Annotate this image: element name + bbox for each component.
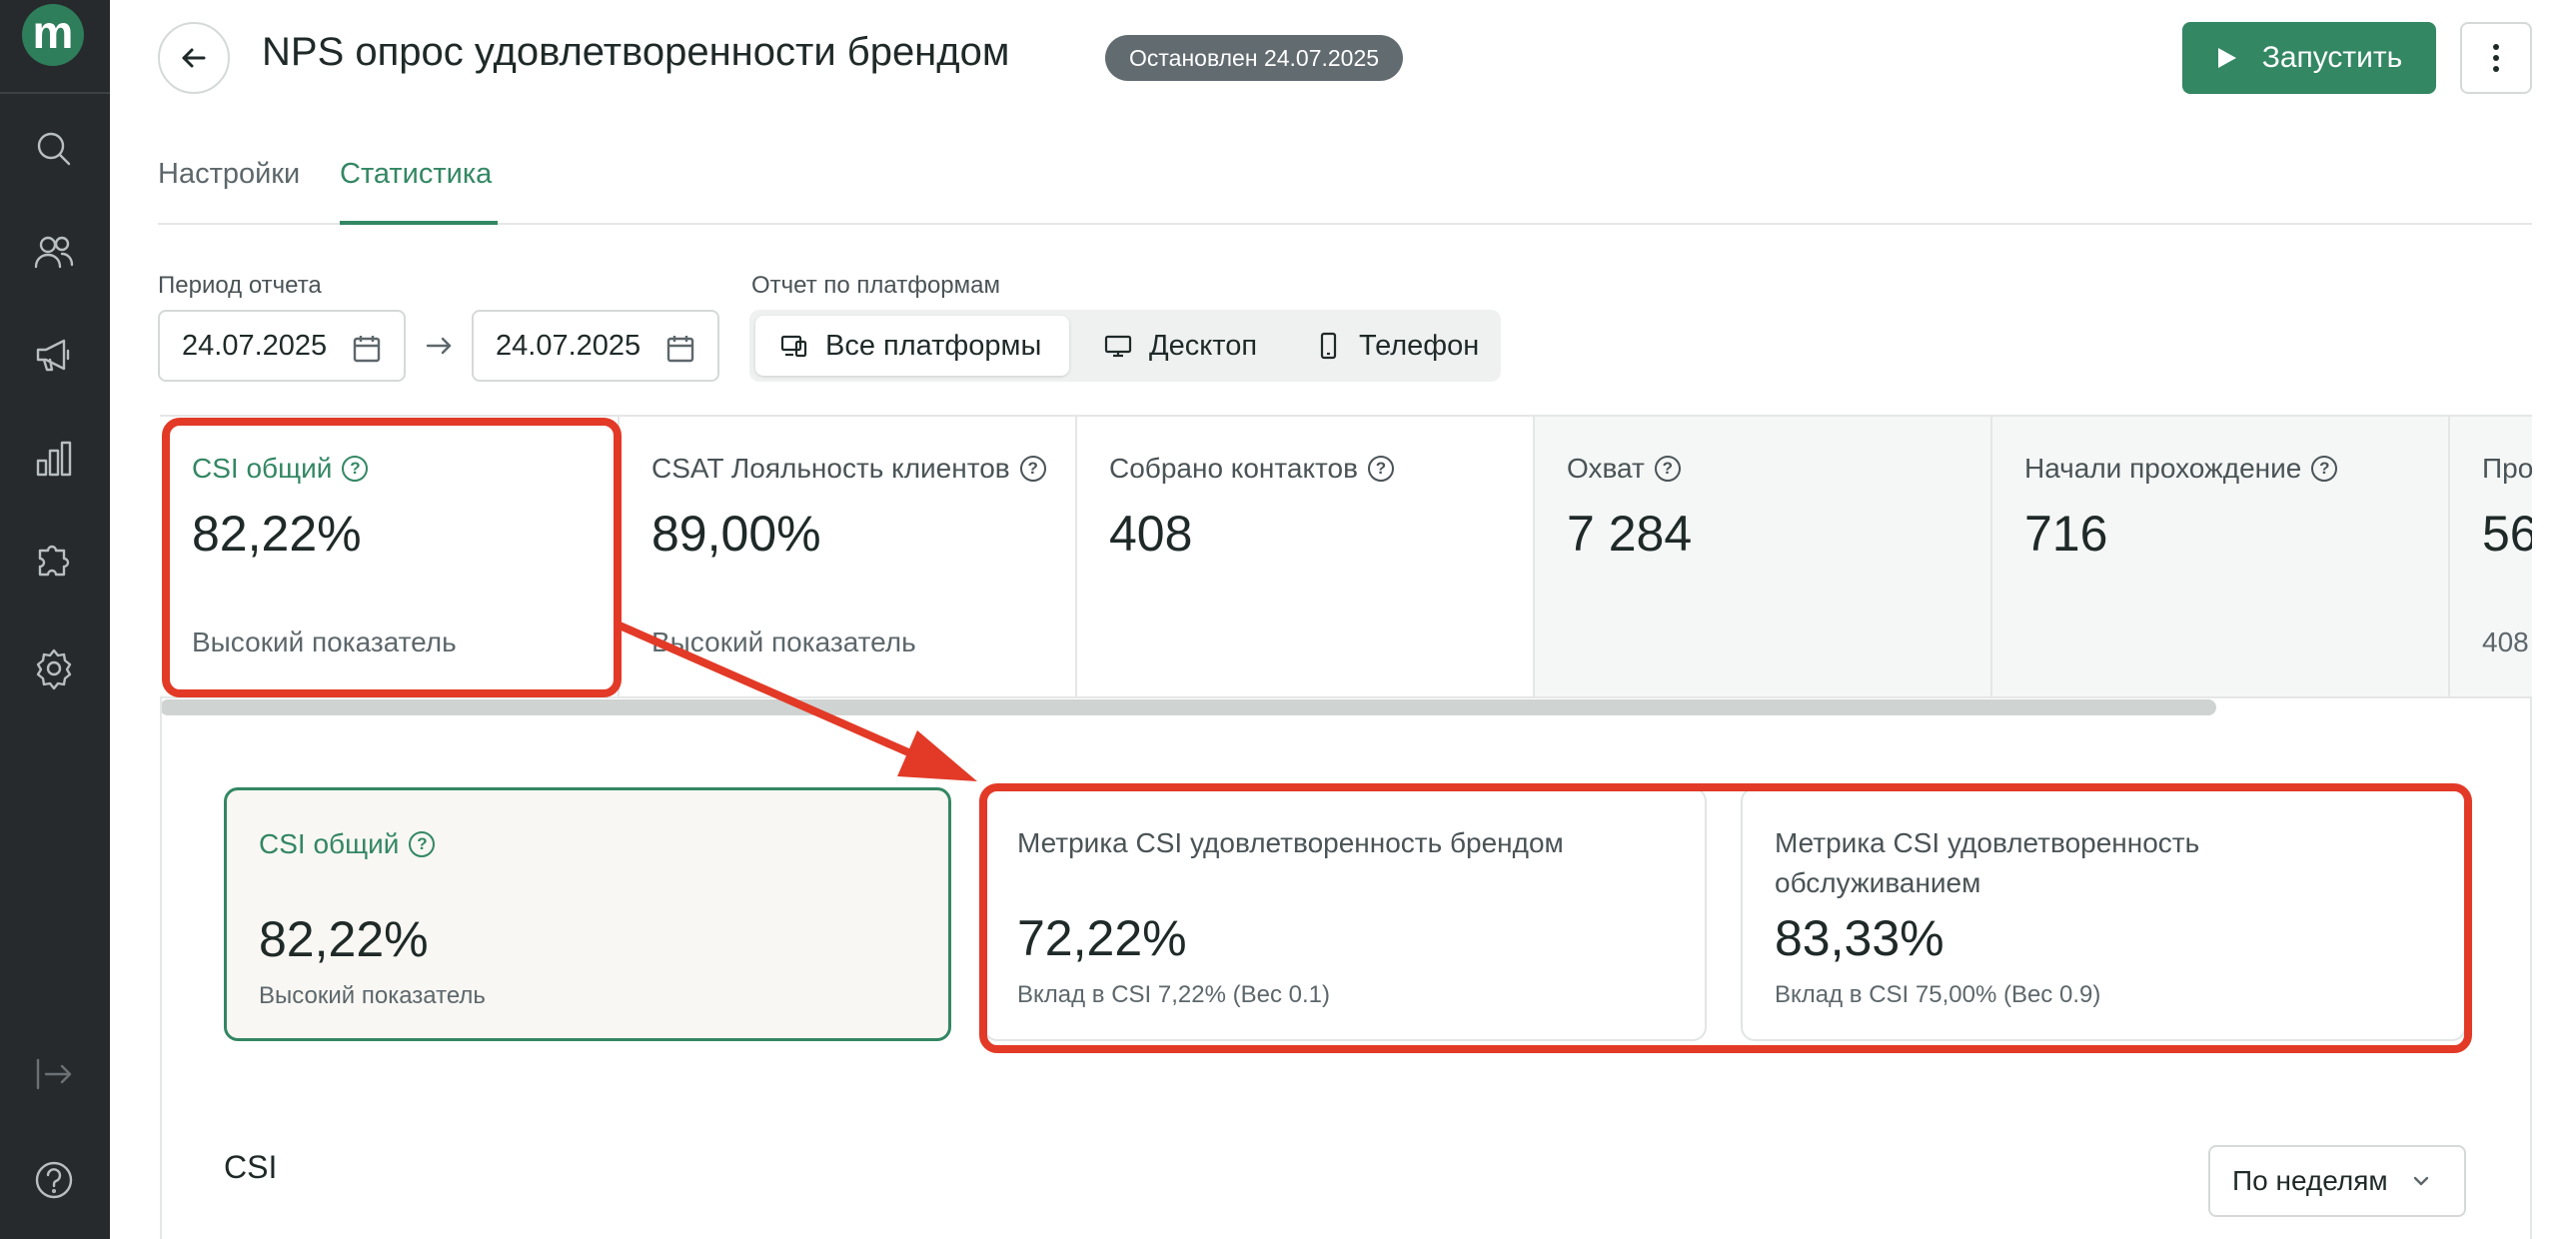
devices-icon (780, 335, 807, 358)
tab-settings[interactable]: Настройки (158, 158, 300, 191)
app-logo[interactable]: m (22, 4, 84, 66)
date-to-input[interactable]: 24.07.2025 (472, 310, 719, 382)
period-label: Период отчета (158, 272, 322, 299)
metric-card-csat[interactable]: CSAT Лояльность клиентов? 89,00% Высокий… (620, 417, 1077, 696)
platform-all[interactable]: Все платформы (755, 316, 1069, 376)
metric-title: CSAT Лояльность клиентов? (651, 453, 1046, 485)
metric-title-text: Про (2482, 453, 2532, 484)
date-to-value: 24.07.2025 (496, 329, 642, 362)
metric-title: Про (2482, 453, 2532, 485)
status-badge: Остановлен 24.07.2025 (1105, 35, 1404, 81)
metric-value: 56 (2482, 506, 2532, 562)
platform-desktop-label: Десктоп (1149, 329, 1258, 362)
metric-value: 7 284 (1567, 506, 1693, 562)
question-icon[interactable]: ? (2311, 456, 2338, 482)
tabs-divider (158, 223, 2532, 225)
platform-label: Отчет по платформам (751, 272, 1000, 299)
metric-sub: 408 (2482, 626, 2529, 657)
question-icon[interactable]: ? (409, 831, 436, 857)
platform-phone[interactable]: Телефон (1289, 316, 1489, 376)
csi-total-card[interactable]: CSI общий? 82,22% Высокий показатель (224, 787, 951, 1041)
metric-card-contacts[interactable]: Собрано контактов? 408 (1077, 417, 1535, 696)
more-options-button[interactable] (2460, 22, 2532, 94)
logout-icon[interactable] (30, 1050, 78, 1098)
sidebar: m (0, 0, 110, 1239)
metric-card-reach[interactable]: Охват? 7 284 (1535, 417, 1992, 696)
megaphone-icon[interactable] (30, 331, 78, 379)
platform-phone-label: Телефон (1359, 329, 1480, 362)
metric-title-text: Собрано контактов (1109, 453, 1358, 484)
metric-card-completed[interactable]: Про 56 408 (2450, 417, 2532, 696)
question-icon[interactable]: ? (1368, 456, 1394, 482)
search-icon[interactable] (30, 125, 78, 173)
annotation-highlight-csi (162, 418, 622, 697)
arrow-right-icon (424, 328, 454, 364)
annotation-highlight-details (979, 783, 2472, 1053)
date-from-input[interactable]: 24.07.2025 (158, 310, 406, 382)
metric-title: Охват? (1567, 453, 1681, 485)
metric-value: 89,00% (651, 506, 821, 562)
period-select-value: По неделям (2232, 1165, 2388, 1196)
more-vertical-icon (2493, 44, 2499, 72)
metric-value: 408 (1109, 506, 1193, 562)
csi-total-title-text: CSI общий (259, 828, 400, 859)
csi-total-sub: Высокий показатель (259, 982, 486, 1009)
period-select[interactable]: По неделям (2208, 1145, 2466, 1217)
gear-icon[interactable] (30, 644, 78, 692)
metric-value: 716 (2024, 506, 2108, 562)
sidebar-divider (0, 92, 110, 94)
section-title: CSI (224, 1149, 278, 1185)
run-button[interactable]: Запустить (2182, 22, 2436, 94)
users-icon[interactable] (30, 229, 78, 277)
csi-total-title: CSI общий? (259, 824, 436, 864)
help-icon[interactable] (30, 1156, 78, 1204)
run-button-label: Запустить (2261, 41, 2403, 74)
chart-icon[interactable] (30, 435, 78, 483)
metric-title: Начали прохождение? (2024, 453, 2338, 485)
puzzle-icon[interactable] (30, 537, 78, 585)
question-icon[interactable]: ? (1019, 456, 1046, 482)
calendar-icon (666, 336, 694, 363)
metric-title: Собрано контактов? (1109, 453, 1394, 485)
back-button[interactable] (158, 22, 230, 94)
date-from-value: 24.07.2025 (182, 329, 328, 362)
logo-letter: m (32, 6, 74, 58)
question-icon[interactable]: ? (1654, 456, 1681, 482)
tab-statistics[interactable]: Статистика (340, 158, 492, 191)
monitor-icon (1104, 335, 1132, 358)
page-title: NPS опрос удовлетворенности брендом (262, 30, 1010, 74)
csi-total-value: 82,22% (259, 911, 429, 967)
phone-icon (1320, 332, 1337, 360)
metric-title-text: Охват (1567, 453, 1645, 484)
play-icon (2217, 48, 2236, 68)
metric-card-started[interactable]: Начали прохождение? 716 (1992, 417, 2450, 696)
metric-sub: Высокий показатель (651, 626, 916, 657)
calendar-icon (353, 336, 381, 363)
platform-all-label: Все платформы (825, 329, 1042, 362)
platform-switch: Все платформы Десктоп Телефон (749, 310, 1501, 382)
active-tab-indicator (340, 221, 498, 225)
arrow-left-icon (182, 48, 206, 68)
chevron-down-icon (2413, 1176, 2428, 1186)
metric-title-text: Начали прохождение (2024, 453, 2302, 484)
platform-desktop[interactable]: Десктоп (1079, 316, 1279, 376)
metric-title-text: CSAT Лояльность клиентов (651, 453, 1010, 484)
